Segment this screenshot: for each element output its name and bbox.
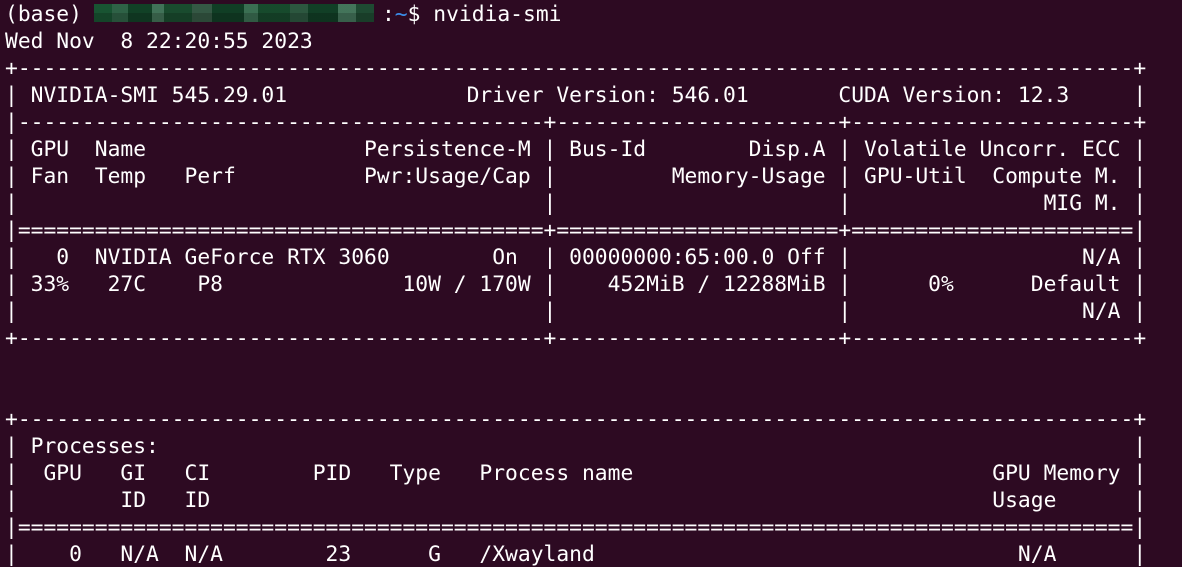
table-line-09: | 33% 27C P8 10W / 170W | 452MiB / 12288… [5, 272, 1147, 297]
table-line-01: +---------------------------------------… [5, 56, 1147, 81]
conda-env-label: (base) [5, 2, 82, 27]
prompt-symbol: $ [407, 2, 421, 27]
table-line-12 [5, 352, 1177, 379]
table-line-03: |---------------------------------------… [5, 110, 1147, 135]
table-line-17: | ID ID Usage | [5, 488, 1147, 513]
table-line-16: | GPU GI CI PID Type Process name GPU Me… [5, 461, 1147, 486]
redacted-hostname [93, 4, 374, 22]
table-line-15: | Processes: | [5, 434, 1147, 459]
prompt-line: (base):~$ nvidia-smi [5, 2, 562, 27]
table-line-13 [5, 379, 1177, 406]
table-line-11: +---------------------------------------… [5, 326, 1147, 351]
table-line-07: |=======================================… [5, 218, 1147, 243]
terminal-window[interactable]: (base):~$ nvidia-smi Wed Nov 8 22:20:55 … [5, 1, 1177, 567]
table-line-10: | | | N/A | [5, 299, 1147, 324]
table-line-14: +---------------------------------------… [5, 407, 1147, 432]
table-line-04: | GPU Name Persistence-M | Bus-Id Disp.A… [5, 137, 1147, 162]
table-line-08: | 0 NVIDIA GeForce RTX 3060 On | 0000000… [5, 245, 1147, 270]
timestamp-line: Wed Nov 8 22:20:55 2023 [5, 29, 313, 54]
command-text: nvidia-smi [433, 2, 562, 27]
table-line-05: | Fan Temp Perf Pwr:Usage/Cap | Memory-U… [5, 164, 1147, 189]
table-line-02: | NVIDIA-SMI 545.29.01 Driver Version: 5… [5, 83, 1147, 108]
table-line-19: | 0 N/A N/A 23 G /Xwayland N/A | [5, 542, 1147, 567]
table-line-06: | | | MIG M. | [5, 191, 1147, 216]
current-path: ~ [394, 2, 408, 27]
table-line-18: |=======================================… [5, 515, 1147, 540]
